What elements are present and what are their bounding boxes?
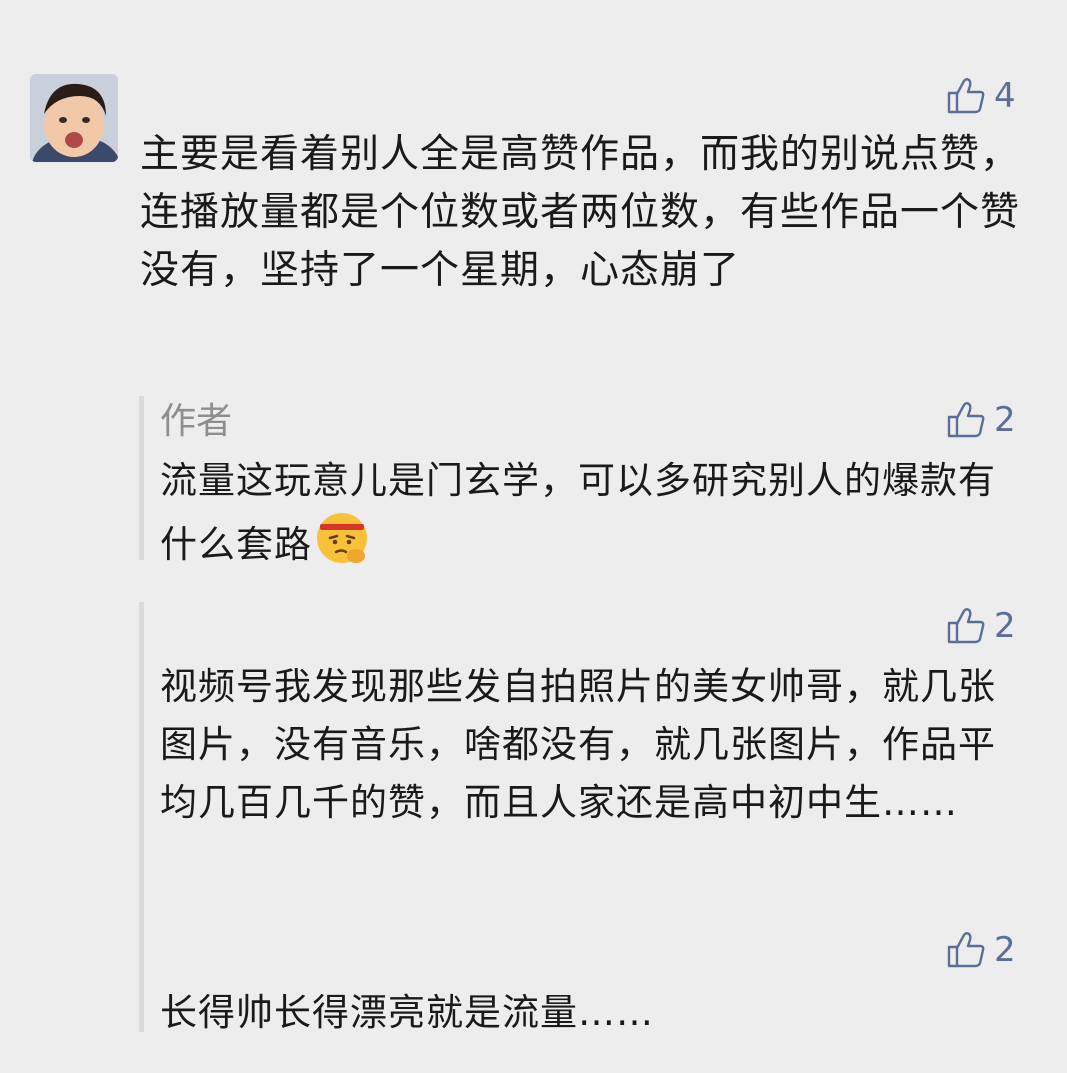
comment-text: 主要是看着别人全是高赞作品，而我的别说点赞，连播放量都是个位数或者两位数，有些作… <box>140 132 1021 293</box>
thinking-face-emoji <box>314 510 370 583</box>
avatar-image <box>30 74 118 162</box>
like-button[interactable]: 2 <box>946 930 1016 970</box>
thumbs-up-icon <box>947 608 985 644</box>
thumbs-up-icon <box>947 932 985 968</box>
like-count: 2 <box>994 400 1016 440</box>
avatar[interactable] <box>30 74 118 162</box>
reply-text: 长得帅长得漂亮就是流量…… <box>160 991 654 1034</box>
reply-text: 流量这玩意儿是门玄学，可以多研究别人的爆款有什么套路 <box>160 452 1020 583</box>
like-count: 4 <box>994 76 1016 116</box>
like-button[interactable]: 4 <box>946 76 1016 116</box>
like-count: 2 <box>994 930 1016 970</box>
like-button[interactable]: 2 <box>946 606 1016 646</box>
thumbs-up-icon <box>947 402 985 438</box>
author-label[interactable]: 作者 <box>160 392 232 444</box>
like-count: 2 <box>994 606 1016 646</box>
like-button[interactable]: 2 <box>946 400 1016 440</box>
thumbs-up-icon <box>947 78 985 114</box>
reply-text: 视频号我发现那些发自拍照片的美女帅哥，就几张图片，没有音乐，啥都没有，就几张图片… <box>160 665 996 824</box>
reply-thread-line <box>139 602 144 1032</box>
reply-thread-line <box>139 396 144 560</box>
reply-text-content: 流量这玩意儿是门玄学，可以多研究别人的爆款有什么套路 <box>160 459 996 566</box>
